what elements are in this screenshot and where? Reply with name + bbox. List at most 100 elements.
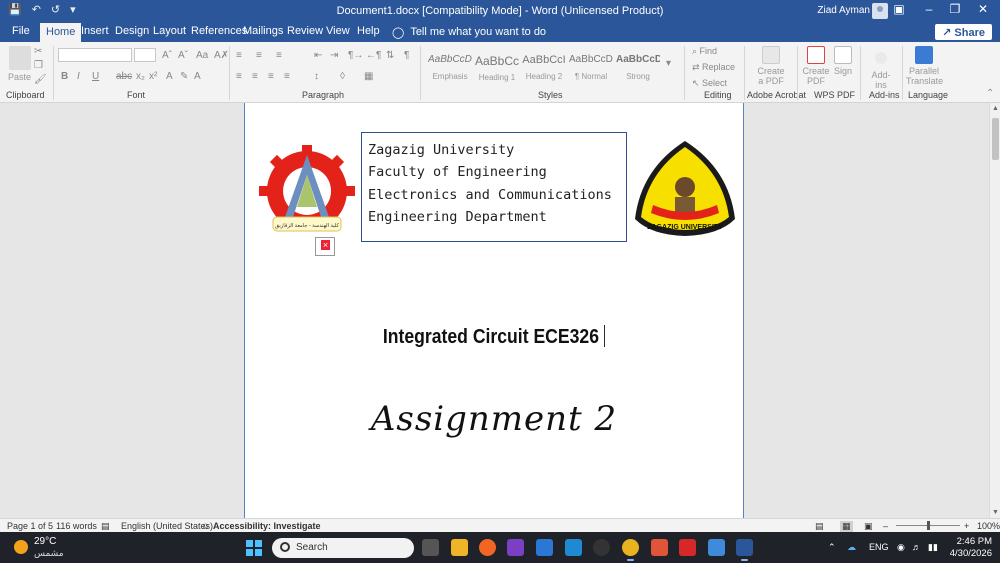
app-blue-icon[interactable] [536, 539, 553, 556]
language-status[interactable]: English (United States) [121, 521, 213, 531]
share-button[interactable]: ↗ Share [935, 24, 992, 40]
input-language[interactable]: ENG [869, 542, 889, 552]
create-pdf-wps-button[interactable]: Create PDF [802, 46, 830, 86]
parallel-translate-button[interactable]: Parallel Translate [906, 46, 943, 86]
superscript-icon[interactable]: x² [149, 71, 157, 82]
zoom-out-icon[interactable]: – [883, 521, 888, 531]
print-layout-icon[interactable]: ▦ [840, 521, 853, 532]
numbering-icon[interactable]: ≡ [256, 50, 262, 61]
select-button[interactable]: ↖ Select [692, 78, 727, 89]
taskbar-search[interactable]: Search [272, 538, 414, 558]
font-color-icon[interactable]: A [194, 71, 201, 82]
app-red-star-icon[interactable] [651, 539, 668, 556]
sign-button[interactable]: Sign [832, 46, 854, 76]
word-app-icon[interactable] [736, 539, 753, 561]
zoom-slider-thumb[interactable] [927, 521, 930, 530]
strikethrough-icon[interactable]: abc [116, 71, 132, 82]
shading-icon[interactable]: ◊ [340, 71, 345, 82]
align-right-icon[interactable]: ≡ [268, 71, 274, 82]
wifi-icon[interactable]: ◉ [897, 542, 905, 553]
university-header-box[interactable]: Zagazig University Faculty of Engineerin… [361, 132, 627, 242]
increase-indent-icon[interactable]: ⇥ [330, 50, 338, 61]
ribbon-display-icon[interactable]: ▣ [890, 2, 908, 16]
line-spacing-icon[interactable]: ↕ [314, 71, 319, 82]
styles-more-icon[interactable]: ▾ [666, 58, 671, 69]
tray-overflow-icon[interactable]: ⌃ [828, 542, 836, 553]
document-page[interactable]: كلية الهندسة - جامعة الزقازيق Zagazig Un… [244, 103, 744, 518]
zoom-level[interactable]: 100% [977, 521, 1000, 531]
paste-button[interactable]: Paste [8, 46, 31, 82]
tab-view[interactable]: View [326, 25, 350, 37]
replace-button[interactable]: ⇄ Replace [692, 62, 735, 73]
cut-icon[interactable]: ✂ [34, 46, 42, 57]
file-explorer-icon[interactable] [451, 539, 468, 556]
tab-home[interactable]: Home [40, 23, 82, 42]
decrease-indent-icon[interactable]: ⇤ [314, 50, 322, 61]
clear-formatting-icon[interactable]: A✗ [214, 50, 229, 61]
broken-image-icon[interactable] [315, 237, 335, 256]
style-heading-2[interactable]: AaBbCcI Heading 2 [522, 48, 566, 84]
show-marks-icon[interactable]: ¶ [404, 50, 409, 61]
find-button[interactable]: ⌕ Find [692, 46, 717, 57]
page-count[interactable]: Page 1 of 5 [7, 521, 53, 531]
minimize-icon[interactable]: – [920, 2, 938, 16]
text-effects-icon[interactable]: A [166, 71, 173, 82]
multilevel-list-icon[interactable]: ≡ [276, 50, 282, 61]
bold-icon[interactable]: B [61, 71, 68, 82]
rtl-icon[interactable]: ←¶ [366, 50, 381, 61]
change-case-icon[interactable]: Aa [196, 50, 208, 61]
ltr-icon[interactable]: ¶→ [348, 50, 363, 61]
style-normal[interactable]: AaBbCcDdE ¶ Normal [569, 48, 613, 84]
vscode-icon[interactable] [565, 539, 582, 556]
zoom-in-icon[interactable]: + [964, 521, 969, 531]
collapse-ribbon-icon[interactable]: ⌃ [986, 88, 994, 99]
weather-description[interactable]: مشمس [34, 548, 64, 559]
italic-icon[interactable]: I [77, 71, 80, 82]
style-strong[interactable]: AaBbCcDc Strong [616, 48, 660, 84]
format-painter-icon[interactable]: 🖌 [34, 74, 47, 85]
system-clock[interactable]: 2:46 PM 4/30/2026 [950, 536, 992, 560]
word-count[interactable]: 116 words [56, 521, 97, 531]
borders-icon[interactable]: ▦ [364, 71, 373, 82]
tab-review[interactable]: Review [287, 25, 323, 37]
style-emphasis[interactable]: AaBbCcDd Emphasis [428, 48, 472, 84]
justify-icon[interactable]: ≡ [284, 71, 290, 82]
sort-icon[interactable]: ⇅ [386, 50, 394, 61]
course-title[interactable]: Integrated Circuit ECE326 [275, 325, 713, 349]
task-view-icon[interactable] [422, 539, 439, 556]
copy-icon[interactable]: ❐ [34, 60, 43, 71]
app-orange-icon[interactable] [479, 539, 496, 556]
create-pdf-acrobat-button[interactable]: Create a PDF [756, 46, 786, 86]
highlight-icon[interactable]: ✎ [180, 71, 188, 82]
visual-studio-icon[interactable] [507, 539, 524, 556]
accessibility-status[interactable]: Accessibility: Investigate [213, 521, 321, 531]
sun-icon[interactable] [14, 540, 28, 554]
scroll-up-icon[interactable]: ▲ [992, 105, 999, 112]
grow-font-icon[interactable]: Aˆ [162, 50, 172, 61]
wps-office-icon[interactable] [679, 539, 696, 556]
restore-icon[interactable]: ❐ [946, 2, 964, 16]
app-dark-icon[interactable] [593, 539, 610, 556]
subscript-icon[interactable]: x₂ [136, 71, 145, 82]
tab-insert[interactable]: Insert [81, 25, 109, 37]
tell-me-search[interactable]: ◯ Tell me what you want to do [392, 26, 546, 39]
tab-file[interactable]: File [12, 25, 30, 37]
align-center-icon[interactable]: ≡ [252, 71, 258, 82]
vertical-scrollbar[interactable]: ▲ ▼ [989, 103, 1000, 518]
onedrive-icon[interactable]: ☁ [847, 542, 856, 553]
tab-design[interactable]: Design [115, 25, 149, 37]
close-icon[interactable]: ✕ [974, 2, 992, 16]
bullets-icon[interactable]: ≡ [236, 50, 242, 61]
tab-mailings[interactable]: Mailings [243, 25, 283, 37]
tab-references[interactable]: References [191, 25, 247, 37]
app-photos-icon[interactable] [708, 539, 725, 556]
style-heading-1[interactable]: AaBbCc Heading 1 [475, 48, 519, 84]
start-button[interactable] [246, 540, 262, 556]
scroll-down-icon[interactable]: ▼ [992, 509, 999, 516]
scrollbar-thumb[interactable] [992, 118, 999, 160]
user-name[interactable]: Ziad Ayman [817, 5, 870, 16]
avatar[interactable] [872, 3, 888, 19]
document-area[interactable]: كلية الهندسة - جامعة الزقازيق Zagazig Un… [0, 103, 989, 518]
underline-icon[interactable]: U [92, 71, 99, 82]
battery-icon[interactable]: ▮▮ [928, 542, 938, 553]
